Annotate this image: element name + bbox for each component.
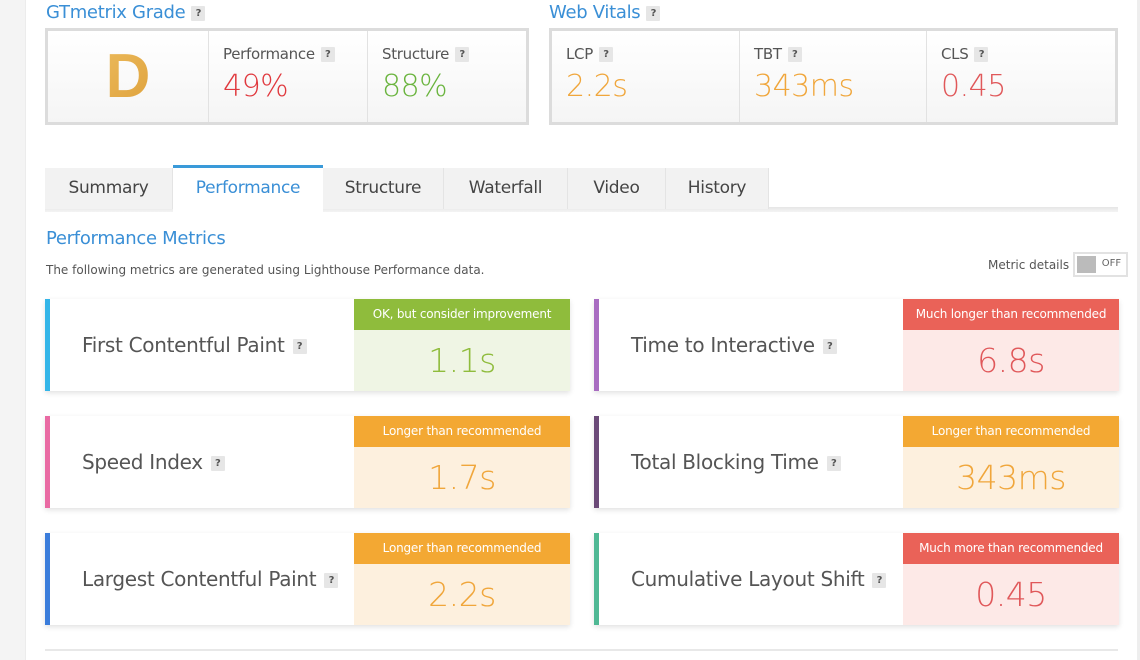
metric-name-text: Largest Contentful Paint — [82, 567, 317, 591]
metric-name: Speed Index? — [82, 416, 225, 508]
structure-score-label-text: Structure — [382, 45, 450, 63]
help-icon[interactable]: ? — [822, 339, 837, 354]
metric-first-contentful-paint: First Contentful Paint? OK, but consider… — [45, 299, 570, 391]
metric-name: First Contentful Paint? — [82, 299, 307, 391]
help-icon[interactable]: ? — [872, 573, 887, 588]
metric-result: Much more than recommended 0.45 — [903, 533, 1119, 625]
tbt-label-text: TBT — [754, 45, 782, 63]
gtmetrix-grade-panel: D Performance? 49% Structure? 88% — [45, 28, 529, 125]
structure-score-value: 88% — [382, 69, 448, 104]
tab-structure[interactable]: Structure — [323, 168, 444, 209]
left-gutter — [0, 0, 26, 660]
gtmetrix-grade-title-text: GTmetrix Grade — [46, 2, 186, 23]
metric-name-text: Time to Interactive — [631, 333, 815, 357]
metric-name: Total Blocking Time? — [631, 416, 841, 508]
metric-total-blocking-time: Total Blocking Time? Longer than recomme… — [594, 416, 1119, 508]
tab-video[interactable]: Video — [568, 168, 666, 209]
metric-details-label: Metric details — [988, 257, 1070, 272]
structure-score-cell: Structure? 88% — [368, 31, 526, 122]
metric-color-bar — [594, 299, 599, 391]
performance-score-label: Performance? — [223, 45, 335, 63]
toggle-state: OFF — [1101, 258, 1122, 269]
help-icon[interactable]: ? — [191, 5, 206, 21]
cls-label-text: CLS — [941, 45, 969, 63]
metric-name: Time to Interactive? — [631, 299, 837, 391]
metric-cumulative-layout-shift: Cumulative Layout Shift? Much more than … — [594, 533, 1119, 625]
tab-performance[interactable]: Performance — [173, 165, 323, 212]
tab-summary[interactable]: Summary — [45, 168, 173, 209]
help-icon[interactable]: ? — [787, 47, 802, 62]
metric-color-bar — [45, 533, 50, 625]
metric-result: OK, but consider improvement 1.1s — [354, 299, 570, 391]
metric-status-badge: Longer than recommended — [354, 416, 570, 447]
lcp-cell: LCP? 2.2s — [552, 31, 740, 122]
help-icon[interactable]: ? — [826, 456, 841, 471]
metric-name-text: First Contentful Paint — [82, 333, 285, 357]
help-icon[interactable]: ? — [455, 47, 470, 62]
tab-history[interactable]: History — [666, 168, 769, 209]
help-icon[interactable]: ? — [598, 47, 613, 62]
metric-color-bar — [594, 533, 599, 625]
performance-score-label-text: Performance — [223, 45, 315, 63]
metric-result: Much longer than recommended 6.8s — [903, 299, 1119, 391]
metric-value: 343ms — [903, 447, 1119, 508]
metric-status-badge: Longer than recommended — [354, 533, 570, 564]
lcp-label-text: LCP — [566, 45, 593, 63]
web-vitals-panel: LCP? 2.2s TBT? 343ms CLS? 0.45 — [549, 28, 1118, 125]
metric-value: 6.8s — [903, 330, 1119, 391]
gtmetrix-grade-title: GTmetrix Grade? — [46, 2, 206, 23]
tab-waterfall[interactable]: Waterfall — [444, 168, 568, 209]
tbt-label: TBT? — [754, 45, 802, 63]
metric-details-control: Metric details OFF — [988, 252, 1129, 277]
structure-score-label: Structure? — [382, 45, 470, 63]
metric-result: Longer than recommended 343ms — [903, 416, 1119, 508]
toggle-knob — [1077, 256, 1097, 273]
performance-metrics-subtitle: The following metrics are generated usin… — [46, 263, 485, 277]
lcp-value: 2.2s — [566, 69, 628, 104]
report-tabs: Summary Performance Structure Waterfall … — [45, 165, 1118, 212]
cls-label: CLS? — [941, 45, 989, 63]
help-icon[interactable]: ? — [292, 339, 307, 354]
web-vitals-title-text: Web Vitals — [549, 2, 641, 23]
metric-color-bar — [45, 299, 50, 391]
tbt-cell: TBT? 343ms — [740, 31, 927, 122]
metric-color-bar — [45, 416, 50, 508]
tbt-value: 343ms — [754, 69, 854, 104]
metric-color-bar — [594, 416, 599, 508]
help-icon[interactable]: ? — [646, 5, 661, 21]
help-icon[interactable]: ? — [320, 47, 335, 62]
help-icon[interactable]: ? — [324, 573, 339, 588]
metric-result: Longer than recommended 1.7s — [354, 416, 570, 508]
metric-status-badge: OK, but consider improvement — [354, 299, 570, 330]
metric-time-to-interactive: Time to Interactive? Much longer than re… — [594, 299, 1119, 391]
performance-metrics-title: Performance Metrics — [46, 228, 226, 249]
metric-status-badge: Much longer than recommended — [903, 299, 1119, 330]
lcp-label: LCP? — [566, 45, 613, 63]
section-divider — [45, 649, 1118, 651]
metric-value: 0.45 — [903, 564, 1119, 625]
help-icon[interactable]: ? — [974, 47, 989, 62]
cls-cell: CLS? 0.45 — [927, 31, 1115, 122]
cls-value: 0.45 — [941, 69, 1006, 104]
metric-result: Longer than recommended 2.2s — [354, 533, 570, 625]
metric-speed-index: Speed Index? Longer than recommended 1.7… — [45, 416, 570, 508]
metric-name-text: Total Blocking Time — [631, 450, 819, 474]
metric-status-badge: Much more than recommended — [903, 533, 1119, 564]
metric-value: 1.1s — [354, 330, 570, 391]
metric-value: 1.7s — [354, 447, 570, 508]
metric-name: Largest Contentful Paint? — [82, 533, 339, 625]
performance-score-cell: Performance? 49% — [209, 31, 368, 122]
metric-largest-contentful-paint: Largest Contentful Paint? Longer than re… — [45, 533, 570, 625]
metric-name: Cumulative Layout Shift? — [631, 533, 887, 625]
grade-cell: D — [48, 31, 209, 122]
metric-name-text: Cumulative Layout Shift — [631, 567, 865, 591]
metric-details-toggle[interactable]: OFF — [1073, 252, 1129, 277]
metric-name-text: Speed Index — [82, 450, 203, 474]
help-icon[interactable]: ? — [210, 456, 225, 471]
performance-score-value: 49% — [223, 69, 289, 104]
metric-status-badge: Longer than recommended — [903, 416, 1119, 447]
metric-value: 2.2s — [354, 564, 570, 625]
web-vitals-title: Web Vitals? — [549, 2, 661, 23]
grade-letter: D — [48, 41, 208, 112]
